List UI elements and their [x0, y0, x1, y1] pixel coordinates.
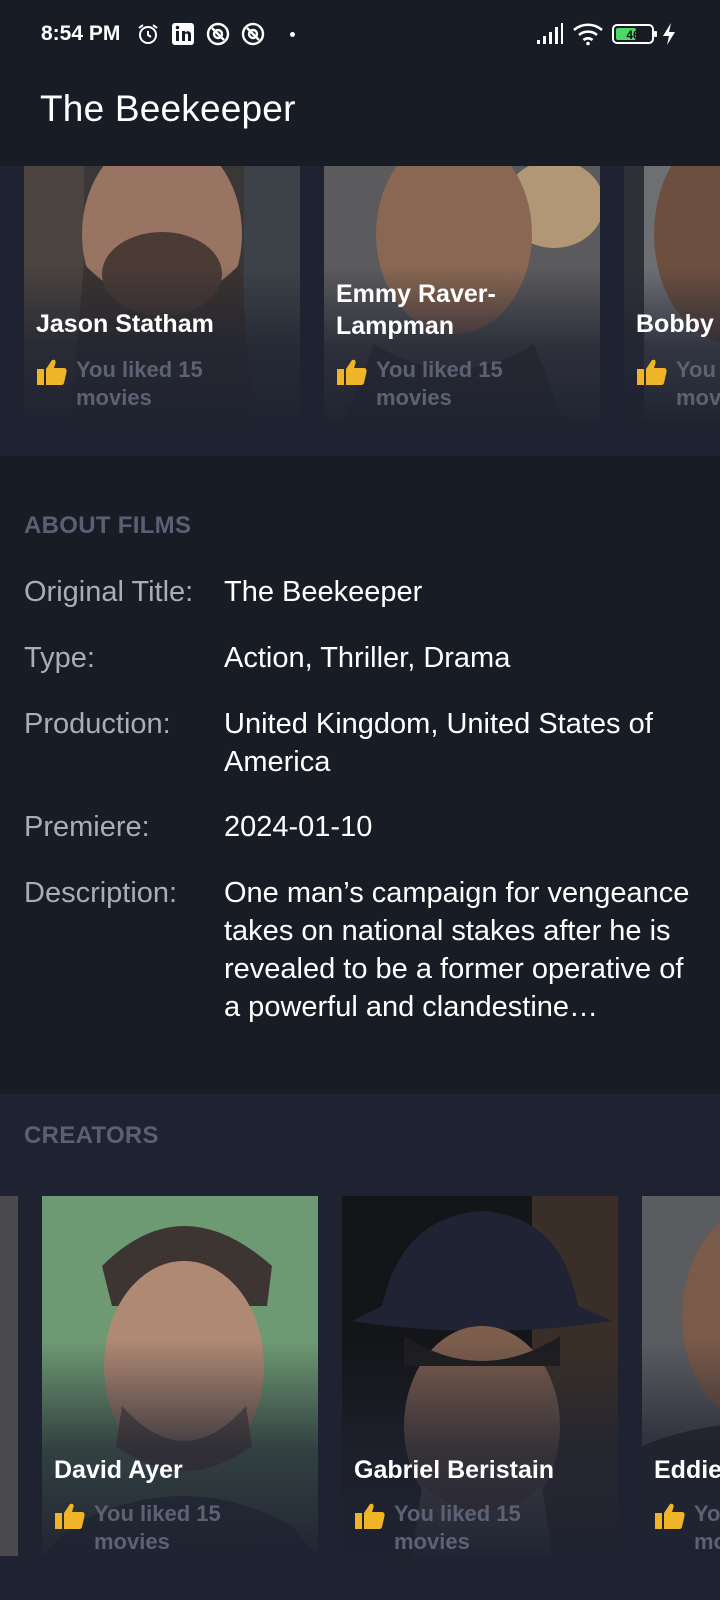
likes-count: You liked 15 movies: [394, 1501, 521, 1554]
likes-count: You liked 15 movies: [76, 357, 203, 410]
info-value: Action, Thriller, Drama: [224, 642, 511, 674]
info-value: 2024-01-10: [224, 811, 373, 843]
creator-card[interactable]: Gabriel Beristain You liked 15 movies: [342, 1196, 618, 1556]
likes-row: You liked 15 movies: [336, 356, 576, 412]
battery-icon: 46: [612, 24, 657, 44]
more-notifications-dot: [290, 32, 295, 37]
likes-row: You liked 15 movies: [654, 1500, 720, 1556]
thumbs-up-icon: [37, 359, 67, 385]
creator-card[interactable]: [0, 1196, 18, 1556]
likes-row: You liked 15 movies: [36, 356, 276, 412]
about-films-section: ABOUT FILMS Original Title: The Beekeepe…: [0, 456, 720, 1094]
likes-count: You liked 15 movies: [694, 1501, 720, 1554]
section-heading: CREATORS: [24, 1122, 159, 1149]
creator-card[interactable]: David Ayer You liked 15 movies: [42, 1196, 318, 1556]
thumbs-up-icon: [355, 1503, 385, 1529]
description-text[interactable]: One man’s campaign for vengeance takes o…: [224, 874, 694, 1026]
signal-icon: [537, 23, 563, 44]
creator-name: Gabriel Beristain: [354, 1456, 555, 1484]
status-bar: 8:54 PM 46: [0, 0, 720, 68]
cast-carousel[interactable]: Jason Statham You liked 15 movies Emmy R…: [0, 166, 720, 456]
notification-icon: [241, 22, 265, 46]
info-label: Description:: [24, 877, 178, 909]
info-label: Premiere:: [24, 811, 150, 843]
creator-name: David Ayer: [54, 1456, 183, 1484]
likes-row: You liked 15 movies: [54, 1500, 294, 1556]
creators-section: CREATORS David Ayer You liked 15 movies: [0, 1094, 720, 1600]
actor-name: Emmy Raver-Lampman: [336, 280, 496, 340]
info-row-description: Description: One man’s campaign for veng…: [24, 874, 704, 1030]
info-row-original-title: Original Title: The Beekeeper: [24, 573, 704, 613]
info-row-premiere: Premiere: 2024-01-10: [24, 808, 704, 848]
likes-count: You liked 15 movies: [376, 357, 503, 410]
cast-card[interactable]: Bobby You liked 15 movies: [624, 166, 720, 422]
info-row-type: Type: Action, Thriller, Drama: [24, 639, 704, 679]
creator-photo: [0, 1196, 18, 1556]
thumbs-up-icon: [337, 359, 367, 385]
cast-card[interactable]: Emmy Raver-Lampman You liked 15 movies: [324, 166, 600, 422]
likes-count: You liked 15 movies: [676, 357, 720, 410]
app-bar: The Beekeeper: [0, 68, 720, 166]
likes-count: You liked 15 movies: [94, 1501, 221, 1554]
cast-card[interactable]: Jason Statham You liked 15 movies: [24, 166, 300, 422]
actor-name: Bobby: [636, 310, 714, 338]
charging-icon: [663, 23, 675, 45]
alarm-icon: [138, 24, 158, 44]
info-row-production: Production: United Kingdom, United State…: [24, 705, 704, 783]
section-heading: ABOUT FILMS: [24, 512, 192, 539]
notification-icon: [206, 22, 230, 46]
info-label: Production:: [24, 708, 171, 740]
thumbs-up-icon: [655, 1503, 685, 1529]
info-value: The Beekeeper: [224, 576, 423, 608]
svg-text:46: 46: [626, 28, 640, 42]
creator-card[interactable]: Eddie You liked 15 movies: [642, 1196, 720, 1556]
info-label: Type:: [24, 642, 95, 674]
thumbs-up-icon: [637, 359, 667, 385]
actor-name: Jason Statham: [36, 310, 214, 338]
linkedin-icon: [172, 23, 194, 45]
page-title: The Beekeeper: [40, 88, 296, 129]
thumbs-up-icon: [55, 1503, 85, 1529]
status-time: 8:54 PM: [41, 22, 121, 45]
creator-name: Eddie: [654, 1456, 720, 1484]
likes-row: You liked 15 movies: [636, 356, 720, 412]
likes-row: You liked 15 movies: [354, 1500, 594, 1556]
info-value: United Kingdom, United States of America: [224, 708, 653, 778]
info-label: Original Title:: [24, 576, 194, 608]
wifi-icon: [573, 23, 603, 46]
